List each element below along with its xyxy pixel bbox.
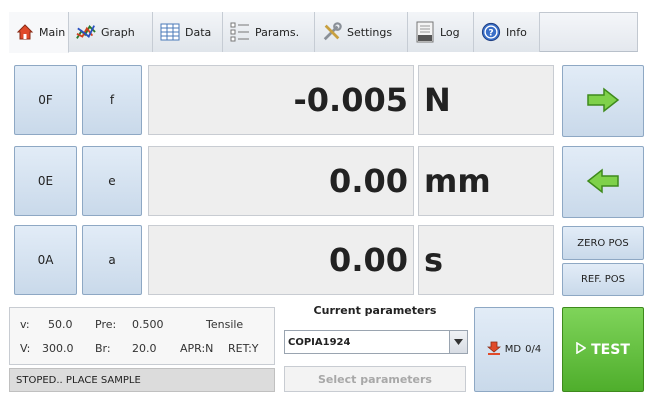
button-label: e [108,174,116,188]
parameters-select[interactable]: COPIA1924 [284,330,468,354]
tab-settings[interactable]: Settings [315,12,408,52]
move-forward-button[interactable] [562,65,644,137]
return-flag: RET:Y [228,341,259,355]
tab-main[interactable]: Main [9,12,69,53]
button-label: 0F [38,93,53,107]
tab-data[interactable]: Data [153,12,223,52]
info-row-2: V: 300.0 Br: 20.0 APR:N RET:Y [10,338,274,358]
force-key-button[interactable]: f [82,65,142,135]
button-label: 0A [37,253,54,267]
log-icon [415,21,435,43]
md-count: 0/4 [525,344,542,355]
tab-info[interactable]: ? Info [474,12,540,52]
tools-icon [322,22,342,42]
tab-bar: Main Graph Data Params. Settings Log ? I… [0,0,647,55]
speed-label: v: [20,317,30,331]
ref-pos-button[interactable]: REF. POS [562,263,644,296]
button-label: a [108,253,116,267]
tab-label: Data [185,25,212,39]
time-value: 0.00 [329,241,408,279]
chevron-down-icon[interactable] [449,331,467,353]
download-icon [486,341,501,358]
extension-value: 0.00 [329,162,408,200]
time-key-button[interactable]: a [82,225,142,295]
force-unit: N [424,81,451,119]
tab-log[interactable]: Log [408,12,474,52]
button-label: f [109,93,115,107]
time-unit: s [424,241,444,279]
select-parameters-button[interactable]: Select parameters [284,366,466,392]
move-back-button[interactable] [562,146,644,218]
parameters-select-value: COPIA1924 [288,336,351,348]
params-icon [230,22,250,42]
test-info-panel: v: 50.0 Pre: 0.500 Tensile V: 300.0 Br: … [9,307,275,365]
button-label: REF. POS [580,274,626,285]
force-value: -0.005 [293,81,409,119]
info-row-1: v: 50.0 Pre: 0.500 Tensile [10,314,274,334]
break-label: Br: [95,341,111,355]
preload-value: 0.500 [132,317,164,331]
arrow-right-icon [586,86,620,116]
button-label: 0E [37,174,54,188]
arrow-left-icon [586,167,620,197]
tab-label: Main [39,25,66,39]
tab-label: Log [440,25,460,39]
graph-icon [76,22,96,42]
tab-label: Graph [101,25,135,39]
button-label: ZERO POS [577,237,629,249]
table-icon [160,22,180,42]
tab-graph[interactable]: Graph [69,12,153,52]
tab-label: Settings [347,25,393,39]
speed-value: 50.0 [48,317,73,331]
play-icon [576,341,587,358]
zero-extension-button[interactable]: 0E [14,146,77,216]
break-value: 20.0 [132,341,157,355]
test-mode: Tensile [206,317,244,331]
tab-label: Info [506,25,527,39]
zero-pos-button[interactable]: ZERO POS [562,226,644,260]
test-label: TEST [591,341,630,358]
tab-label: Params. [255,25,300,39]
status-bar: STOPED.. PLACE SAMPLE [9,368,275,392]
extension-key-button[interactable]: e [82,146,142,216]
md-label: MD [504,344,522,355]
zero-force-button[interactable]: 0F [14,65,77,135]
tab-params[interactable]: Params. [223,12,315,52]
home-icon [16,22,34,42]
return-speed-label: V: [20,341,31,355]
info-icon: ? [481,22,501,42]
md-button[interactable]: MD 0/4 [474,307,554,392]
extension-unit: mm [424,162,491,200]
approach-flag: APR:N [180,341,214,355]
test-button[interactable]: TEST [562,307,644,392]
zero-time-button[interactable]: 0A [14,225,77,295]
return-speed-value: 300.0 [42,341,74,355]
preload-label: Pre: [95,317,117,331]
svg-text:?: ? [488,29,493,39]
current-parameters-title: Current parameters [313,304,437,317]
